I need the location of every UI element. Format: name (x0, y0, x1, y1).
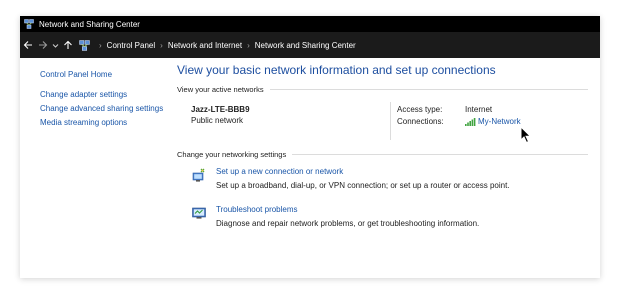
active-networks-heading-label: View your active networks (177, 85, 264, 94)
new-connection-icon (192, 168, 205, 182)
connection-link[interactable]: My-Network (465, 116, 521, 128)
main-panel: View your basic network information and … (177, 58, 588, 239)
network-sharing-center-window: Network and Sharing Center › Control Pan… (20, 16, 600, 278)
breadcrumb: › Control Panel › Network and Internet ›… (79, 35, 356, 55)
sidebar-item-control-panel-home[interactable]: Control Panel Home (40, 70, 170, 80)
sidebar-item-media-streaming-options[interactable]: Media streaming options (40, 118, 170, 128)
task-troubleshoot: Troubleshoot problems Diagnose and repai… (177, 201, 588, 239)
page-title: View your basic network information and … (177, 63, 496, 77)
connections-label: Connections: (397, 117, 444, 126)
arrow-right-icon (38, 41, 47, 49)
breadcrumb-separator: › (99, 40, 102, 50)
network-identity: Jazz-LTE-BBB9 Public network (191, 104, 250, 126)
address-bar: › Control Panel › Network and Internet ›… (20, 32, 600, 58)
network-center-icon (24, 19, 34, 29)
section-divider (292, 154, 588, 155)
active-networks-heading: View your active networks (177, 85, 588, 94)
breadcrumb-network-and-internet[interactable]: Network and Internet (168, 41, 242, 50)
content-area: Control Panel Home Change adapter settin… (20, 58, 600, 278)
chevron-down-icon (52, 43, 58, 48)
task-text: Troubleshoot problems Diagnose and repai… (216, 204, 479, 230)
network-divider (390, 102, 391, 140)
connection-name: My-Network (478, 117, 521, 126)
setup-new-connection-description: Set up a broadband, dial-up, or VPN conn… (216, 181, 510, 190)
breadcrumb-control-panel[interactable]: Control Panel (107, 41, 155, 50)
back-button[interactable] (20, 35, 35, 55)
wifi-signal-icon (465, 118, 476, 126)
breadcrumb-separator: › (160, 40, 163, 50)
up-button[interactable] (60, 35, 75, 55)
breadcrumb-separator: › (247, 40, 250, 50)
network-name: Jazz-LTE-BBB9 (191, 105, 250, 114)
access-type-label: Access type: (397, 105, 443, 114)
sidebar-item-change-adapter-settings[interactable]: Change adapter settings (40, 90, 170, 100)
network-category: Public network (191, 116, 244, 125)
forward-button[interactable] (35, 35, 50, 55)
arrow-up-icon (63, 40, 72, 49)
troubleshoot-problems-link[interactable]: Troubleshoot problems (216, 204, 479, 216)
connections-row: Connections: My-Network (397, 116, 521, 128)
sidebar: Control Panel Home Change adapter settin… (40, 70, 170, 132)
sidebar-item-change-advanced-sharing-settings[interactable]: Change advanced sharing settings (40, 104, 170, 114)
breadcrumb-network-and-sharing-center[interactable]: Network and Sharing Center (255, 41, 356, 50)
recent-locations-button[interactable] (50, 35, 60, 55)
section-divider (269, 89, 588, 90)
network-details: Access type: Internet Connections: My-Ne… (397, 104, 521, 128)
troubleshoot-problems-description: Diagnose and repair network problems, or… (216, 219, 480, 228)
change-settings-heading: Change your networking settings (177, 150, 588, 159)
setup-new-connection-link[interactable]: Set up a new connection or network (216, 166, 510, 178)
title-bar: Network and Sharing Center (20, 16, 600, 32)
task-text: Set up a new connection or network Set u… (216, 166, 510, 192)
mouse-pointer-icon (520, 126, 532, 144)
change-settings-heading-label: Change your networking settings (177, 150, 287, 159)
troubleshoot-icon (192, 207, 206, 219)
access-type-row: Access type: Internet (397, 104, 521, 116)
task-new-connection: Set up a new connection or network Set u… (177, 163, 588, 201)
arrow-left-icon (23, 41, 32, 49)
network-center-icon (79, 39, 90, 51)
window-title: Network and Sharing Center (39, 19, 140, 29)
access-type-value: Internet (465, 105, 493, 114)
